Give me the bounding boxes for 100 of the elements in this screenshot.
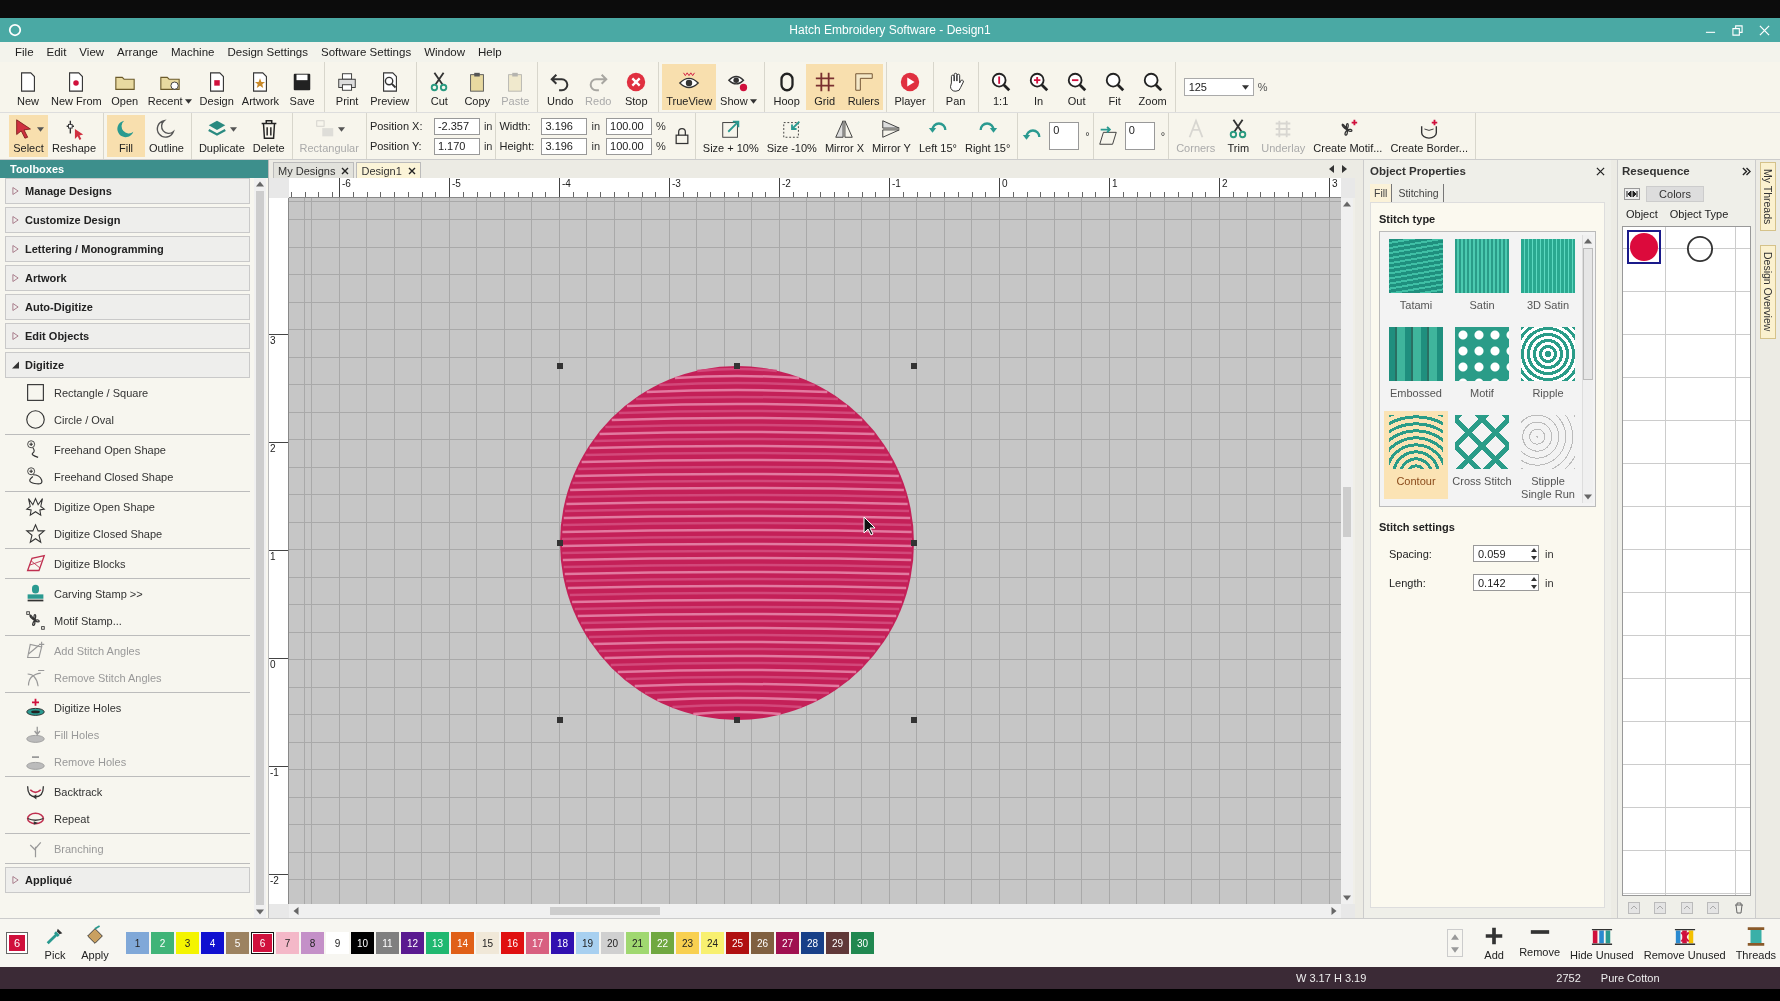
- toolbar-button[interactable]: Cut: [420, 64, 459, 110]
- selection-handle[interactable]: [734, 717, 740, 723]
- toolbar-button[interactable]: Undo: [541, 64, 580, 110]
- toolbox-section-header[interactable]: Auto-Digitize: [5, 294, 250, 320]
- scrollbar[interactable]: [289, 904, 1341, 918]
- skew-field[interactable]: 0: [1124, 122, 1155, 150]
- scroll-spinner[interactable]: [1447, 929, 1464, 957]
- color-swatch[interactable]: 29: [826, 932, 849, 954]
- color-swatch[interactable]: 7: [276, 932, 299, 954]
- toolbar-button[interactable]: Copy: [458, 64, 497, 110]
- input-field[interactable]: 100.00: [606, 137, 652, 155]
- toolbar-button[interactable]: Trim: [1219, 115, 1258, 157]
- scroll-left-icon[interactable]: [1329, 165, 1334, 173]
- selection-handle[interactable]: [557, 540, 563, 546]
- toolbar-button[interactable]: Create Motif...: [1309, 115, 1387, 157]
- scroll-arrow-icon[interactable]: [256, 181, 264, 187]
- toolbar-button[interactable]: Size -10%: [762, 115, 821, 157]
- toolbar-button[interactable]: Hoop: [767, 64, 806, 110]
- design-canvas[interactable]: [289, 198, 1341, 904]
- document-tab[interactable]: My Designs: [273, 162, 355, 178]
- toolbar-button[interactable]: Duplicate: [194, 115, 249, 157]
- input-field[interactable]: 3.196: [541, 137, 588, 155]
- scroll-arrow-icon[interactable]: [256, 909, 264, 915]
- toolbar-button[interactable]: Player: [890, 64, 930, 110]
- stitch-type-option[interactable]: Embossed: [1384, 323, 1448, 411]
- toolbox-tool[interactable]: Carving Stamp >>: [5, 580, 250, 607]
- toolbox-section-header[interactable]: Manage Designs: [5, 178, 250, 204]
- input-field[interactable]: 100.00: [606, 117, 652, 135]
- toolbox-section-header[interactable]: Artwork: [5, 265, 250, 291]
- double-chevron-icon[interactable]: [1742, 166, 1751, 176]
- scroll-right-icon[interactable]: [1342, 165, 1347, 173]
- toolbar-button[interactable]: Open: [105, 64, 144, 110]
- menu-item[interactable]: View: [79, 46, 105, 58]
- color-swatch[interactable]: 6: [251, 932, 274, 954]
- toolbox-section-header[interactable]: Digitize: [5, 352, 250, 378]
- toolbar-button[interactable]: Rulers: [843, 64, 884, 110]
- toolbar-button[interactable]: Fit: [1095, 64, 1134, 110]
- close-icon[interactable]: [1596, 166, 1605, 176]
- properties-tab[interactable]: Fill: [1370, 184, 1393, 202]
- menu-item[interactable]: Software Settings: [321, 46, 412, 58]
- color-swatch[interactable]: 20: [601, 932, 624, 954]
- toolbox-tool[interactable]: Backtrack: [5, 778, 250, 805]
- toolbar-button[interactable]: Artwork: [237, 64, 284, 110]
- toolbar-button[interactable]: Reshape: [48, 115, 101, 157]
- toolbar-button[interactable]: Zoom: [1133, 64, 1172, 110]
- toolbar-button[interactable]: Remove: [1515, 925, 1565, 961]
- restore-icon[interactable]: [1732, 24, 1743, 36]
- stitch-type-option[interactable]: Contour: [1384, 411, 1448, 499]
- toolbar-button[interactable]: Create Border...: [1386, 115, 1473, 157]
- color-swatch[interactable]: 27: [776, 932, 799, 954]
- toolbar-button[interactable]: Pan: [936, 64, 975, 110]
- stitch-type-option[interactable]: Cross Stitch: [1450, 411, 1514, 499]
- toolbar-button[interactable]: Apply: [76, 922, 114, 964]
- color-swatch[interactable]: 16: [501, 932, 524, 954]
- spin-arrows-icon[interactable]: [1530, 546, 1538, 561]
- scroll-arrow-icon[interactable]: [1584, 238, 1592, 244]
- toolbar-button[interactable]: Save: [283, 64, 322, 110]
- toolbar-button[interactable]: Mirror Y: [868, 115, 915, 157]
- close-icon[interactable]: [407, 166, 416, 175]
- color-swatch[interactable]: 10: [351, 932, 374, 954]
- toolbar-button[interactable]: Add: [1475, 922, 1514, 964]
- color-swatch[interactable]: 28: [801, 932, 824, 954]
- color-swatch[interactable]: 15: [476, 932, 499, 954]
- toolbar-button[interactable]: Right 15°: [960, 115, 1015, 157]
- color-swatch[interactable]: 12: [401, 932, 424, 954]
- color-swatch[interactable]: 19: [576, 932, 599, 954]
- toolbar-button[interactable]: TrueView: [662, 64, 717, 110]
- spin-field[interactable]: 0.142: [1473, 574, 1539, 591]
- spin-arrows-icon[interactable]: [1530, 575, 1538, 590]
- toolbar-button[interactable]: Size + 10%: [698, 115, 763, 157]
- stitch-type-option[interactable]: Motif: [1450, 323, 1514, 411]
- toolbar-button[interactable]: Select: [9, 115, 48, 157]
- toolbox-tool[interactable]: Repeat: [5, 805, 250, 832]
- toolbox-tool[interactable]: Digitize Closed Shape: [5, 520, 250, 547]
- color-swatch[interactable]: 26: [751, 932, 774, 954]
- stitch-type-option[interactable]: Tatami: [1384, 235, 1448, 323]
- menu-item[interactable]: Arrange: [117, 46, 158, 58]
- rotation-field[interactable]: 0: [1049, 122, 1080, 150]
- color-swatch[interactable]: 30: [851, 932, 874, 954]
- toolbox-section-header[interactable]: Appliqué: [5, 867, 250, 893]
- toolbar-button[interactable]: Out: [1057, 64, 1096, 110]
- toolbox-tool[interactable]: Motif Stamp...: [5, 607, 250, 634]
- toolbox-tool[interactable]: Freehand Closed Shape: [5, 463, 250, 490]
- selection-handle[interactable]: [557, 717, 563, 723]
- menu-item[interactable]: Edit: [46, 46, 67, 58]
- toolbar-button[interactable]: Outline: [145, 115, 188, 157]
- toolbar-button[interactable]: Stop: [617, 64, 656, 110]
- menu-item[interactable]: Window: [424, 46, 466, 58]
- scroll-arrow-icon[interactable]: [1343, 201, 1351, 207]
- color-swatch[interactable]: 5: [226, 932, 249, 954]
- toolbar-button[interactable]: Print: [328, 64, 367, 110]
- toolbar-button[interactable]: Mirror X: [820, 115, 868, 157]
- toolbox-tool[interactable]: Digitize Holes: [5, 694, 250, 721]
- color-swatch[interactable]: 11: [376, 932, 399, 954]
- scrollbar[interactable]: [1582, 235, 1593, 503]
- stitch-type-option[interactable]: 3D Satin: [1516, 235, 1580, 323]
- toolbox-tool[interactable]: Circle / Oval: [5, 406, 250, 433]
- toolbar-button[interactable]: Threads: [1731, 922, 1780, 964]
- menu-item[interactable]: Help: [478, 46, 502, 58]
- toolbox-tool[interactable]: Digitize Open Shape: [5, 493, 250, 520]
